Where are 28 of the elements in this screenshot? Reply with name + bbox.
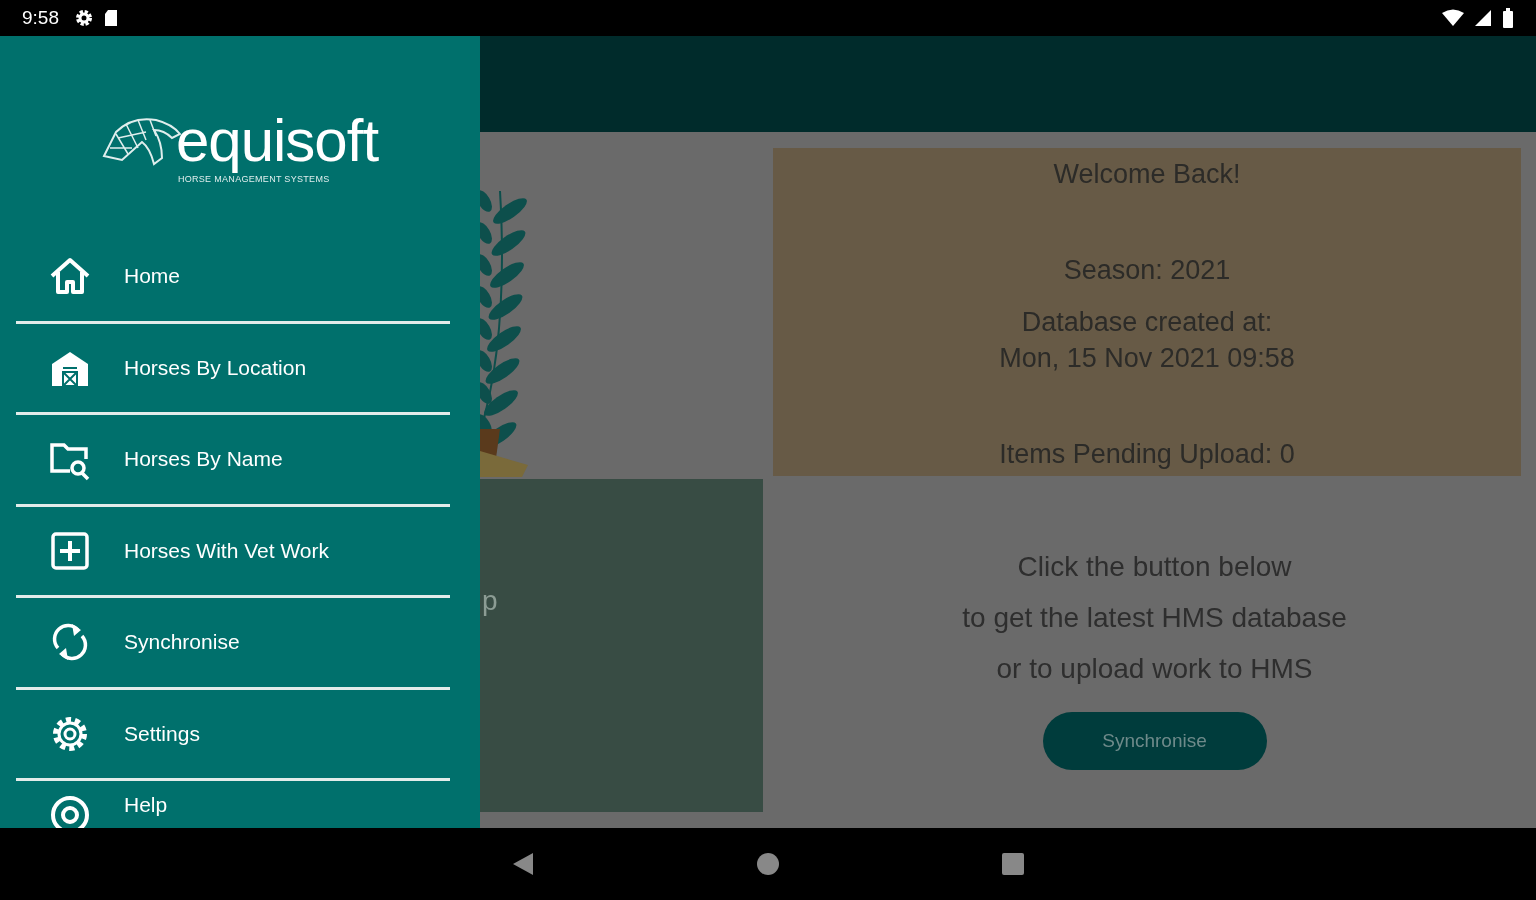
sd-card-icon — [103, 9, 119, 27]
sync-instruction-text: or to upload work to HMS — [996, 652, 1313, 686]
drawer-item[interactable]: Synchronise — [16, 598, 450, 690]
menu-tile[interactable]: p — [480, 479, 763, 812]
logo-tagline: HORSE MANAGEMENT SYSTEMS — [177, 174, 331, 184]
signal-icon — [1474, 9, 1492, 27]
pending-uploads-text: Items Pending Upload: 0 — [999, 438, 1295, 470]
status-time: 9:58 — [22, 7, 59, 29]
lifebuoy-icon — [48, 793, 92, 828]
gear-icon — [75, 9, 93, 27]
back-icon[interactable] — [512, 852, 534, 876]
wifi-icon — [1442, 9, 1464, 27]
drawer-item[interactable]: Horses By Name — [16, 415, 450, 507]
battery-icon — [1502, 8, 1514, 28]
database-created-date: Mon, 15 Nov 2021 09:58 — [999, 342, 1295, 374]
home-circle-icon[interactable] — [756, 852, 780, 876]
logo-wordmark: equisoft — [175, 110, 379, 172]
synchronise-button[interactable]: Synchronise — [1042, 712, 1267, 770]
drawer-item[interactable]: Help — [16, 781, 450, 828]
welcome-title: Welcome Back! — [1053, 158, 1241, 190]
sync-instruction-text: Click the button below — [1017, 550, 1292, 584]
sync-instruction-text: to get the latest HMS database — [962, 601, 1347, 635]
drawer-item[interactable]: Horses By Location — [16, 323, 450, 415]
drawer-item[interactable]: Home — [16, 232, 450, 324]
season-text: Season: 2021 — [1063, 254, 1231, 286]
drawer-item[interactable]: Settings — [16, 689, 450, 781]
database-created-label: Database created at: — [1021, 306, 1273, 338]
drawer-item[interactable]: Horses With Vet Work — [16, 506, 450, 598]
